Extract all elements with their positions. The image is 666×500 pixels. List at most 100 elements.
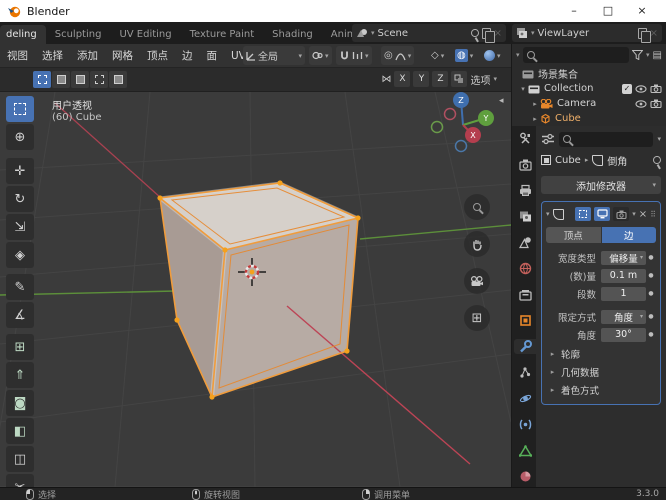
profile-subpanel[interactable]: ▸ 轮廓 — [546, 345, 656, 363]
new-scene-icon[interactable] — [481, 27, 495, 43]
filter-chevron[interactable]: ▾ — [646, 51, 650, 59]
properties-search-input[interactable] — [559, 131, 654, 147]
properties-tab-view-layer[interactable] — [514, 209, 536, 224]
workspace-tab-modeling[interactable]: deling — [0, 25, 46, 44]
tool-rotate[interactable]: ↻ — [6, 186, 34, 212]
tool-annotate[interactable]: ✎ — [6, 274, 34, 300]
drag-handle[interactable]: ⠿ — [650, 210, 656, 219]
animate-dot[interactable]: ● — [646, 254, 656, 261]
edit-mode-display-toggle[interactable] — [575, 207, 592, 221]
segments-field[interactable]: 1 — [601, 286, 646, 301]
realtime-display-toggle[interactable] — [594, 207, 611, 221]
tool-bevel[interactable]: ◧ — [6, 418, 34, 444]
filter-icon[interactable] — [632, 50, 644, 60]
tool-inset-faces[interactable]: ◙ — [6, 390, 34, 416]
menu-vertex[interactable]: 顶点 — [140, 48, 175, 63]
modifier-extras-chevron[interactable]: ▾ — [632, 210, 636, 218]
properties-tab-output[interactable] — [514, 183, 536, 198]
render-visibility-icon[interactable] — [650, 99, 662, 108]
display-mode-icon[interactable]: ▤ — [653, 50, 662, 61]
select-mode-invert[interactable] — [90, 71, 108, 88]
camera-view-button[interactable] — [464, 268, 490, 294]
zoom-view-button[interactable] — [464, 194, 490, 220]
animate-dot[interactable]: ● — [646, 290, 656, 297]
properties-options-chevron[interactable]: ▾ — [657, 135, 661, 143]
cube-expand-arrow[interactable]: ▸ — [530, 115, 540, 123]
outliner-row-scene-collection[interactable]: 场景集合 — [512, 66, 666, 81]
snap-symmetry-icon[interactable] — [451, 71, 468, 87]
menu-face[interactable]: 面 — [200, 48, 225, 63]
amount-field[interactable]: 0.1 m — [601, 268, 646, 283]
outliner-search-input[interactable] — [522, 47, 630, 63]
menu-select[interactable]: 选择 — [35, 48, 70, 63]
animate-dot[interactable]: ● — [646, 331, 656, 338]
tool-cursor[interactable]: ⊕ — [6, 124, 34, 150]
properties-tab-object[interactable] — [514, 313, 536, 328]
properties-tab-collection[interactable] — [514, 287, 536, 302]
select-mode-intersect[interactable] — [109, 71, 127, 88]
workspace-tab-texture-paint[interactable]: Texture Paint — [181, 25, 264, 44]
breadcrumb-object[interactable]: Cube — [555, 155, 581, 166]
scene-selector[interactable]: ▾ Scene × — [352, 24, 506, 43]
affect-edges-tab[interactable]: 边 — [601, 227, 656, 243]
minimize-button[interactable]: – — [557, 0, 591, 22]
outliner-editor-chevron[interactable]: ▾ — [516, 51, 520, 59]
tool-select-box[interactable]: ▢ — [6, 96, 34, 122]
tool-transform[interactable]: ◈ — [6, 242, 34, 268]
camera-expand-arrow[interactable]: ▸ — [530, 100, 540, 108]
workspace-tab-sculpting[interactable]: Sculpting — [46, 25, 111, 44]
outliner-row-collection[interactable]: ▾ Collection ✓ — [512, 81, 666, 96]
scene-name[interactable]: Scene — [378, 28, 468, 39]
eye-icon[interactable] — [635, 99, 647, 108]
pin-id-icon[interactable] — [652, 155, 662, 165]
pan-view-button[interactable] — [464, 231, 490, 257]
tool-scale[interactable]: ⇲ — [6, 214, 34, 240]
outliner-row-camera[interactable]: ▸ Camera — [512, 96, 666, 111]
shading-mode-dropdown[interactable]: ▾ — [481, 46, 504, 65]
show-gizmo-dropdown[interactable]: ◇ ▾ — [428, 46, 447, 65]
breadcrumb-modifier[interactable]: 倒角 — [607, 153, 649, 168]
outliner-row-cube[interactable]: ▸ Cube — [512, 111, 666, 126]
delete-modifier-button[interactable]: × — [639, 209, 647, 220]
view-layer-selector[interactable]: ▾ ViewLayer × — [512, 24, 662, 43]
transform-orientation-dropdown[interactable]: 全局 ▾ — [243, 46, 305, 65]
affect-vertices-tab[interactable]: 顶点 — [546, 227, 601, 243]
proportional-edit-control[interactable]: ◎ ▾ — [381, 46, 415, 65]
menu-view[interactable]: 视图 — [0, 48, 35, 63]
tool-knife[interactable]: ✂ — [6, 474, 34, 487]
properties-tab-scene[interactable] — [514, 235, 536, 250]
view-layer-chevron[interactable]: ▾ — [531, 29, 535, 37]
properties-editor-icon[interactable] — [541, 133, 555, 145]
workspace-tab-uv-editing[interactable]: UV Editing — [110, 25, 180, 44]
maximize-button[interactable]: □ — [591, 0, 625, 22]
geometry-subpanel[interactable]: ▸ 几何数据 — [546, 363, 656, 381]
animate-dot[interactable]: ● — [646, 313, 656, 320]
tool-measure[interactable]: ∡ — [6, 302, 34, 328]
animate-dot[interactable]: ● — [646, 272, 656, 279]
tool-add-cube[interactable]: ⊞ — [6, 334, 34, 360]
menu-add[interactable]: 添加 — [70, 48, 105, 63]
eye-icon[interactable] — [635, 84, 647, 93]
properties-tab-material[interactable] — [514, 469, 536, 484]
tool-loop-cut[interactable]: ◫ — [6, 446, 34, 472]
add-modifier-button[interactable]: 添加修改器 ▾ — [541, 176, 661, 194]
select-mode-subtract[interactable] — [71, 71, 89, 88]
render-display-toggle[interactable] — [613, 207, 630, 221]
mirror-z-toggle[interactable]: Z — [432, 71, 449, 87]
collection-expand-arrow[interactable]: ▾ — [518, 85, 528, 93]
new-view-layer-icon[interactable] — [637, 27, 651, 43]
menu-edge[interactable]: 边 — [175, 48, 200, 63]
options-dropdown[interactable]: 选项 — [470, 72, 490, 87]
scene-browse-chevron[interactable]: ▾ — [371, 29, 375, 37]
close-button[interactable]: × — [625, 0, 659, 22]
properties-tab-physics[interactable] — [514, 391, 536, 406]
sidebar-toggle-arrow[interactable]: ◂ — [499, 96, 504, 106]
mirror-x-toggle[interactable]: X — [394, 71, 411, 87]
modifier-expand-chevron[interactable]: ▾ — [546, 210, 550, 218]
menu-mesh[interactable]: 网格 — [105, 48, 140, 63]
collection-checkbox[interactable]: ✓ — [622, 83, 632, 94]
pin-icon[interactable] — [469, 28, 480, 38]
width-type-dropdown[interactable]: 偏移量 ▾ — [601, 250, 646, 265]
shading-subpanel[interactable]: ▸ 着色方式 — [546, 381, 656, 399]
properties-tab-particles[interactable] — [514, 365, 536, 380]
